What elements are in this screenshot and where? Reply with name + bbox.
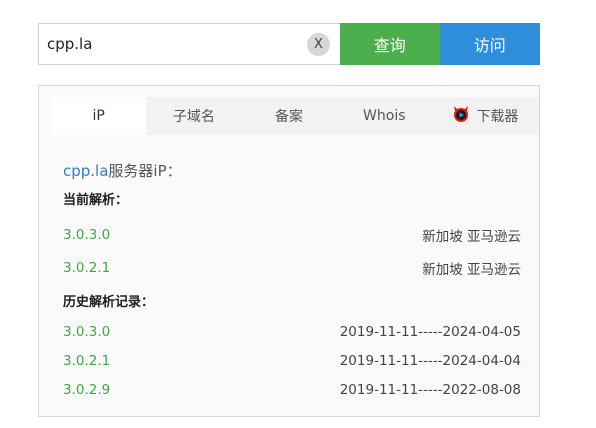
history-label: 历史解析记录： [63,295,155,310]
tab-icp-record[interactable]: 备案 [241,97,336,135]
tab-ip[interactable]: iP [51,97,147,135]
current-resolution-label: 当前解析： [63,193,129,208]
tab-downloader[interactable]: 下载器 [432,97,539,135]
result-title-suffix: 服务器iP： [108,162,182,180]
result-title: cpp.la服务器iP： [63,160,521,184]
downloader-icon [452,105,470,127]
ip-address[interactable]: 3.0.2.9 [63,382,110,398]
result-domain[interactable]: cpp.la [63,162,108,180]
ip-results: cpp.la服务器iP： 当前解析： 3.0.3.0 新加坡 亚马逊云 3.0.… [63,160,521,398]
search-box: X [38,23,340,65]
history-row: 3.0.3.0 2019-11-11-----2024-04-05 [63,324,521,340]
ip-location: 新加坡 亚马逊云 [422,262,521,278]
date-range: 2019-11-11-----2024-04-04 [339,353,521,369]
date-range: 2019-11-11-----2022-08-08 [339,382,521,398]
current-row: 3.0.2.1 新加坡 亚马逊云 [63,258,521,278]
ip-address[interactable]: 3.0.2.1 [63,260,110,276]
search-bar: X 查询 访问 [38,23,540,65]
clear-search-button[interactable]: X [307,32,330,56]
tab-subdomain[interactable]: 子域名 [146,97,241,135]
tab-downloader-label: 下载器 [476,109,519,125]
current-row: 3.0.3.0 新加坡 亚马逊云 [63,225,521,245]
tab-whois[interactable]: Whois [337,97,432,135]
ip-address[interactable]: 3.0.3.0 [63,227,110,243]
ip-location: 新加坡 亚马逊云 [422,229,521,245]
date-range: 2019-11-11-----2024-04-05 [339,324,521,340]
ip-address[interactable]: 3.0.3.0 [63,324,110,340]
search-input[interactable] [39,24,307,64]
results-panel: iP 子域名 备案 Whois 下载器 cpp.la服务器iP： 当前解析： 3… [38,85,540,417]
visit-button[interactable]: 访问 [439,23,540,65]
history-row: 3.0.2.9 2019-11-11-----2022-08-08 [63,382,521,398]
ip-address[interactable]: 3.0.2.1 [63,353,110,369]
query-button[interactable]: 查询 [340,23,440,65]
history-row: 3.0.2.1 2019-11-11-----2024-04-04 [63,353,521,369]
tab-bar: iP 子域名 备案 Whois 下载器 [51,97,539,135]
